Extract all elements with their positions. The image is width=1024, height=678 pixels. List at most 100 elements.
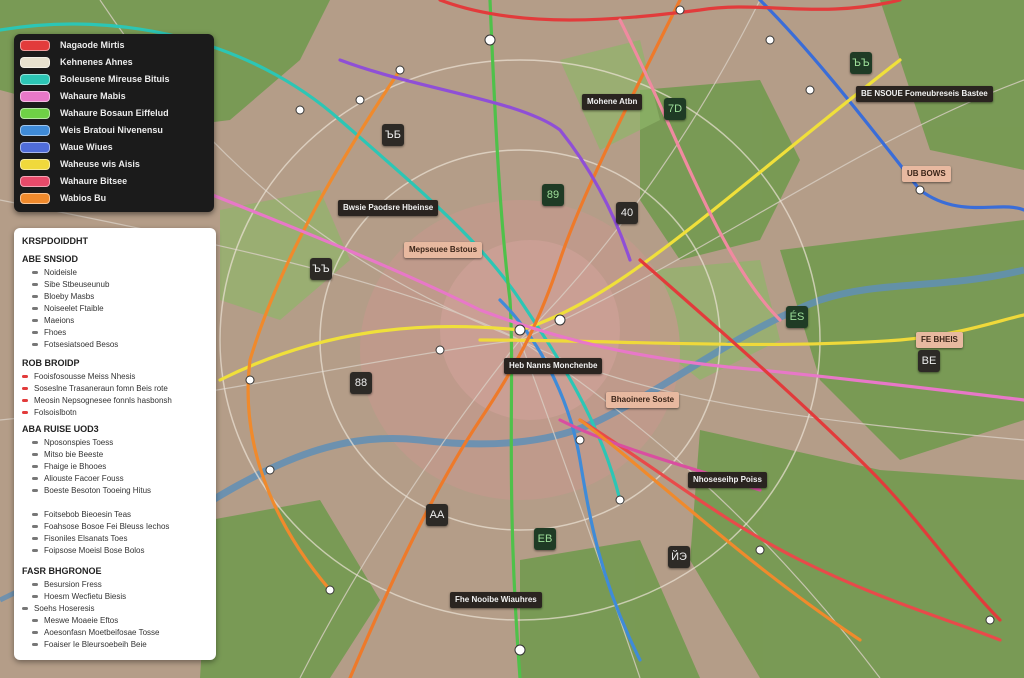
index-item[interactable]: Foahsose Bosoe Fei Bleuss Iechos xyxy=(32,522,169,531)
bullet-icon xyxy=(32,525,38,529)
index-item[interactable]: Aliouste Facoer Fouss xyxy=(32,474,124,483)
legend-item[interactable]: Wahaure Bitsee xyxy=(20,174,127,188)
station-icon[interactable]: EB xyxy=(534,528,556,550)
index-item[interactable]: Foipsose Moeisl Bose Bolos xyxy=(32,546,145,555)
index-heading: ABA RUISE UOD3 xyxy=(22,424,99,434)
station-icon[interactable]: 7D xyxy=(664,98,686,120)
legend-swatch xyxy=(20,39,50,51)
station-icon[interactable]: ЙЭ xyxy=(668,546,690,568)
index-heading: KRSPDOIDDHT xyxy=(22,236,89,246)
index-item[interactable]: Fooisfosousse Meiss Nhesis xyxy=(22,372,135,381)
station-marker xyxy=(484,34,496,46)
legend-item[interactable]: Boleusene Mireuse Bituis xyxy=(20,72,170,86)
legend-label: Waue Wiues xyxy=(60,142,113,152)
station-icon[interactable]: AA xyxy=(426,504,448,526)
bullet-icon xyxy=(32,465,38,469)
legend-label: Wahaure Mabis xyxy=(60,91,126,101)
index-item[interactable]: Nposonspies Toess xyxy=(32,438,113,447)
bullet-icon xyxy=(32,453,38,457)
legend-swatch xyxy=(20,56,50,68)
index-item[interactable]: Soseslne Trasaneraun fomn Beis rote xyxy=(22,384,168,393)
bullet-icon xyxy=(22,607,28,611)
bullet-icon xyxy=(32,271,38,275)
index-item[interactable]: Noideisle xyxy=(32,268,77,277)
place-label[interactable]: Mohene Atbn xyxy=(582,94,643,110)
station-marker xyxy=(575,435,585,445)
index-item[interactable]: Noiseelet Ftaible xyxy=(32,304,104,313)
index-item[interactable]: Fisoniles Elsanats Toes xyxy=(32,534,127,543)
index-item[interactable]: Fhoes xyxy=(32,328,66,337)
index-item[interactable]: Foitsebob Bieoesin Teas xyxy=(32,510,131,519)
legend-label: Wabios Bu xyxy=(60,193,107,203)
bullet-icon xyxy=(22,375,28,379)
legend-item[interactable]: Waue Wiues xyxy=(20,140,113,154)
legend-item[interactable]: Wahaure Mabis xyxy=(20,89,126,103)
bullet-icon xyxy=(32,307,38,311)
legend-label: Wahaure Bosaun Eiffelud xyxy=(60,108,169,118)
place-label[interactable]: Bwsie Paodsre Hbeinse xyxy=(338,200,439,216)
index-item[interactable]: Besursion Fress xyxy=(32,580,102,589)
index-item[interactable]: Boeste Besoton Tooeing Hitus xyxy=(32,486,151,495)
legend-label: Waheuse wis Aisis xyxy=(60,159,140,169)
station-marker xyxy=(325,585,335,595)
place-label[interactable]: FE BHEIS xyxy=(916,332,963,348)
index-item[interactable]: Hoesm Wecfietu Biesis xyxy=(32,592,126,601)
legend-label: Kehnenes Ahnes xyxy=(60,57,133,67)
station-marker xyxy=(395,65,405,75)
bullet-icon xyxy=(32,295,38,299)
index-item[interactable]: Folsoislbotn xyxy=(22,408,77,417)
index-item[interactable]: Aoesonfasn Moetbeifosae Tosse xyxy=(32,628,159,637)
legend-item[interactable]: Kehnenes Ahnes xyxy=(20,55,133,69)
station-marker xyxy=(985,615,995,625)
station-icon[interactable]: ЪБ xyxy=(382,124,404,146)
place-label[interactable]: UB BOWS xyxy=(902,166,951,182)
index-item[interactable]: Foaiser Ie Bleursoebeih Beie xyxy=(32,640,147,649)
legend-item[interactable]: Waheuse wis Aisis xyxy=(20,157,140,171)
station-marker xyxy=(915,185,925,195)
legend-label: Nagaode Mirtis xyxy=(60,40,125,50)
index-item[interactable]: Soehs Hoseresis xyxy=(22,604,94,613)
bullet-icon xyxy=(32,477,38,481)
bullet-icon xyxy=(32,619,38,623)
legend-swatch xyxy=(20,107,50,119)
index-item[interactable]: Meswe Moaeie Eftos xyxy=(32,616,118,625)
station-icon[interactable]: 89 xyxy=(542,184,564,206)
bullet-icon xyxy=(32,343,38,347)
place-label[interactable]: Bhaoinere Soste xyxy=(606,392,680,408)
legend-item[interactable]: Wahaure Bosaun Eiffelud xyxy=(20,106,169,120)
place-label[interactable]: Mepseuee Bstous xyxy=(404,242,483,258)
legend-item[interactable]: Weis Bratoui Nivenensu xyxy=(20,123,163,137)
index-item[interactable]: Fhaige ie Bhooes xyxy=(32,462,106,471)
index-item[interactable]: Bloeby Masbs xyxy=(32,292,94,301)
station-icon[interactable]: ЪЪ xyxy=(310,258,332,280)
map-index-panel: KRSPDOIDDHT ABE SNSIOD Noideisle Sibe St… xyxy=(14,228,216,660)
legend-swatch xyxy=(20,90,50,102)
bullet-icon xyxy=(32,441,38,445)
place-label[interactable]: Nhoseseihp Poiss xyxy=(688,472,767,488)
index-item[interactable]: Fotsesiatsoed Besos xyxy=(32,340,118,349)
station-marker xyxy=(355,95,365,105)
legend-label: Weis Bratoui Nivenensu xyxy=(60,125,163,135)
station-marker xyxy=(265,465,275,475)
index-item[interactable]: Mitso bie Beeste xyxy=(32,450,103,459)
legend-label: Wahaure Bitsee xyxy=(60,176,128,186)
place-label[interactable]: Fhe Nooibe Wiauhres xyxy=(450,592,542,608)
station-icon[interactable]: ÉS xyxy=(786,306,808,328)
station-marker xyxy=(765,35,775,45)
bullet-icon xyxy=(22,411,28,415)
station-marker xyxy=(805,85,815,95)
legend-item[interactable]: Nagaode Mirtis xyxy=(20,38,125,52)
station-icon[interactable]: ЪЪ xyxy=(850,52,872,74)
station-icon[interactable]: 40 xyxy=(616,202,638,224)
station-icon[interactable]: 88 xyxy=(350,372,372,394)
place-label[interactable]: Heb Nanns Monchenbe xyxy=(504,358,603,374)
place-label[interactable]: BE NSOUE Fomeubreseis Bastee xyxy=(856,86,993,102)
station-icon[interactable]: BE xyxy=(918,350,940,372)
index-item[interactable]: Maeions xyxy=(32,316,74,325)
station-marker xyxy=(615,495,625,505)
index-item[interactable]: Sibe Stbeuseunub xyxy=(32,280,109,289)
legend-item[interactable]: Wabios Bu xyxy=(20,191,106,205)
index-item[interactable]: Meosin Nepsognesee fonnls hasbonsh xyxy=(22,396,172,405)
legend-swatch xyxy=(20,192,50,204)
bullet-icon xyxy=(32,319,38,323)
